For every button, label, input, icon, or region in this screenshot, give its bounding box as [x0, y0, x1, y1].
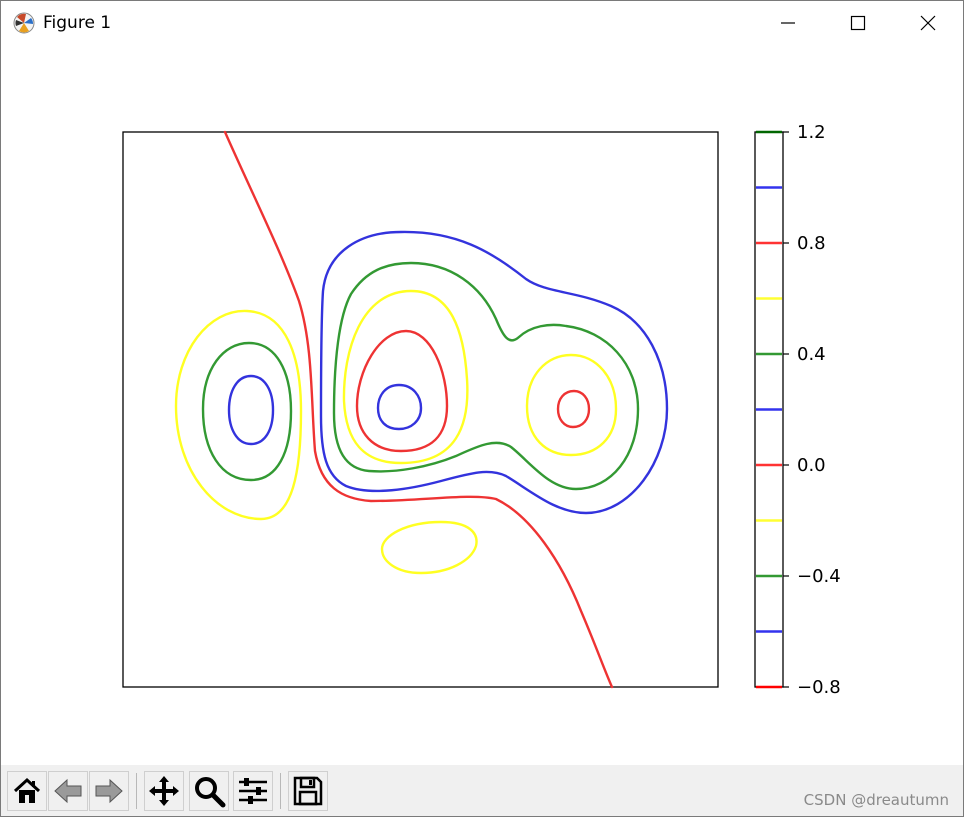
magnifier-icon: [195, 777, 226, 808]
maximize-icon: [850, 15, 866, 31]
watermark-text: CSDN @dreautumn: [803, 791, 949, 809]
colorbar-tick-label: 1.2: [797, 122, 826, 143]
close-icon: [920, 15, 936, 31]
matplotlib-app-icon: [13, 12, 35, 34]
floppy-disk-icon: [293, 776, 323, 806]
colorbar: 1.2 0.8 0.4 0.0 −0.4 −0.8: [754, 122, 841, 698]
colorbar-tick-label: −0.8: [797, 677, 841, 698]
save-button[interactable]: [288, 771, 328, 811]
pan-button[interactable]: [144, 771, 184, 811]
minimize-button[interactable]: [753, 1, 823, 45]
toolbar-separator: [280, 773, 281, 809]
zoom-button[interactable]: [189, 771, 229, 811]
configure-subplots-button[interactable]: [233, 771, 273, 811]
close-button[interactable]: [893, 1, 963, 45]
title-bar[interactable]: Figure 1: [1, 1, 963, 45]
sliders-icon: [239, 778, 267, 804]
arrow-left-icon: [54, 778, 82, 804]
colorbar-tick-label: 0.0: [797, 455, 826, 476]
window-title: Figure 1: [43, 13, 112, 33]
colorbar-tick-label: 0.8: [797, 233, 826, 254]
colorbar-tick-label: −0.4: [797, 566, 841, 587]
figure-canvas[interactable]: 1.2 0.8 0.4 0.0 −0.4 −0.8: [1, 45, 963, 765]
figure-window: Figure 1 1.2 0.8 0.4 0.0 −0.4 −0.8 CSDN …: [0, 0, 964, 817]
home-icon: [13, 777, 41, 803]
forward-button[interactable]: [89, 771, 129, 811]
maximize-button[interactable]: [823, 1, 893, 45]
back-button[interactable]: [48, 771, 88, 811]
colorbar-tick-label: 0.4: [797, 344, 826, 365]
minimize-icon: [781, 22, 795, 24]
move-icon: [149, 776, 179, 806]
arrow-right-icon: [95, 778, 123, 804]
toolbar-separator: [136, 773, 137, 809]
navigation-toolbar: CSDN @dreautumn: [1, 765, 963, 816]
home-button[interactable]: [7, 771, 47, 811]
